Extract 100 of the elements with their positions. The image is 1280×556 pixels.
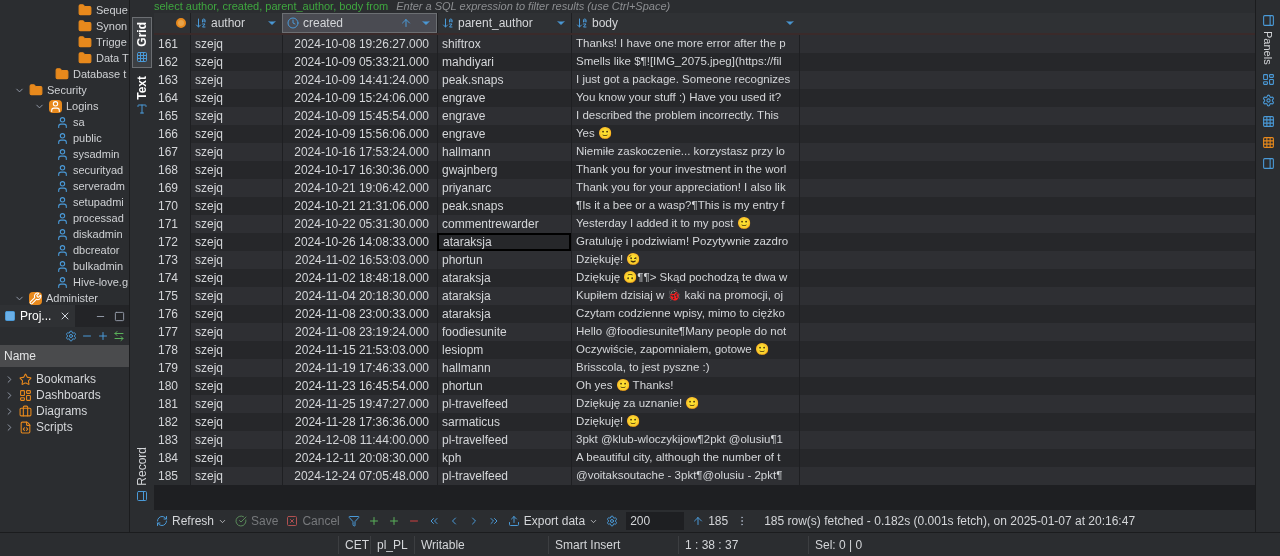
tree-item[interactable]: Synon [96,17,128,35]
project-item[interactable]: Scripts [36,418,73,436]
panels-tab[interactable]: Panels [1259,14,1277,65]
close-icon [286,515,299,527]
project-item[interactable]: Bookmarks [36,370,97,388]
tree-item[interactable]: Database t [73,65,127,83]
user-icon [56,275,69,289]
fetch-all-icon [692,515,705,527]
panel-grid-icon[interactable] [1261,72,1275,86]
tree-item[interactable]: dbcreator [73,241,120,259]
column-header[interactable]: parent_author [437,13,571,33]
tree-item[interactable]: Security [47,81,87,99]
table-cell: @voitaksoutache - 3pkt¶@olusiu - 2pkt¶ [571,467,800,485]
row-number: 184 [154,449,190,467]
row-number: 176 [154,305,190,323]
text-icon [136,103,148,116]
fetch-all-button[interactable]: 185 [692,512,729,530]
column-header[interactable]: created [282,13,437,33]
folder-icon [78,35,92,49]
table-cell: pl-travelfeed [437,467,571,485]
layout-panel-icon[interactable] [1261,156,1275,170]
user-icon [56,195,69,209]
dashboard-folder-icon [19,388,32,402]
row-number: 170 [154,197,190,215]
user-icon [56,115,69,129]
tree-item[interactable]: Seque [96,1,128,19]
table-cell: szejq [190,467,282,485]
fetch-size-field[interactable]: 200 [626,512,685,530]
export-data-button[interactable]: Export data [507,512,599,530]
settings-icon[interactable] [65,330,77,342]
refresh-button[interactable]: Refresh [156,512,228,530]
tree-item[interactable]: bulkadmin [73,257,124,275]
link-arrows-icon[interactable] [113,330,125,342]
clock-icon [287,17,299,29]
folder-icon [78,51,92,65]
user-icon [56,131,69,145]
check-icon [235,515,248,527]
row-number: 166 [154,125,190,143]
row-number: 182 [154,413,190,431]
last-page-icon[interactable] [487,515,500,527]
maximize-icon[interactable] [114,310,125,322]
bookmark-folder-icon [19,372,32,386]
row-number: 172 [154,233,190,251]
user-icon [56,211,69,225]
tree-item[interactable]: processad [73,209,124,227]
user-icon [56,259,69,273]
view-tab[interactable]: Grid [132,17,152,68]
project-item[interactable]: Dashboards [36,386,101,404]
tree-item[interactable]: sysadmin [73,145,120,163]
table-cell: 2024-12-24 07:05:48.000 [282,467,437,485]
user-icon [56,147,69,161]
status-item: Sel: 0 | 0 [808,535,938,554]
text-type-icon [442,17,454,29]
tree-item[interactable]: public [73,129,102,147]
panels-icon [1261,14,1275,27]
text-type-icon [576,17,588,29]
row-select-icon[interactable] [176,18,186,28]
tree-item[interactable]: securityad [73,161,124,179]
status-item: pl_PL [370,535,414,554]
status-item: CET [338,535,370,554]
folder-icon [78,3,92,17]
row-number: 178 [154,341,190,359]
user-icon [56,179,69,193]
user-folder-icon [49,99,62,113]
tree-item[interactable]: Logins [66,97,99,115]
status-item: 1 : 38 : 37 [678,535,808,554]
tree-item[interactable]: Administer [46,289,98,305]
table-cell: ataraksja [437,233,571,251]
tree-item[interactable]: serveradm [73,177,125,195]
filter-icon[interactable] [347,515,360,527]
wrench-folder-icon [29,291,42,305]
user-icon [56,163,69,177]
tree-item[interactable]: sa [73,113,85,131]
filter-field[interactable]: Enter a SQL expression to filter results (use Ctrl+Space) [396,0,671,13]
user-icon [56,243,69,257]
tree-item[interactable]: Trigge [96,33,127,51]
refresh-icon [156,515,168,527]
tree-item[interactable]: diskadmin [73,225,123,243]
record-tab[interactable]: Record [133,443,151,506]
folder-icon [29,83,43,97]
table-cell: commentrewarder [437,215,571,233]
name-column-header: Name [0,345,129,367]
tree-item[interactable]: setupadmi [73,193,124,211]
user-icon [56,227,69,241]
view-tab[interactable]: Text [132,71,152,120]
table-panel-icon[interactable] [1261,114,1275,128]
row-number: 168 [154,161,190,179]
add-row-icon[interactable] [367,515,380,527]
status-item: Smart Insert [548,535,678,554]
grid-icon [136,50,148,63]
project-item[interactable]: Diagrams [36,402,88,420]
folder-icon [78,19,92,33]
project-icon [4,310,16,322]
tree-item[interactable]: Data T [96,49,129,67]
row-number: 164 [154,89,190,107]
sql-query-text[interactable]: select author, created, parent_author, body from [154,0,389,13]
plus-icon[interactable] [97,330,109,342]
settings-icon[interactable] [606,515,619,527]
column-header[interactable]: body [571,13,800,33]
tree-item[interactable]: Hive-love.g [73,273,129,291]
